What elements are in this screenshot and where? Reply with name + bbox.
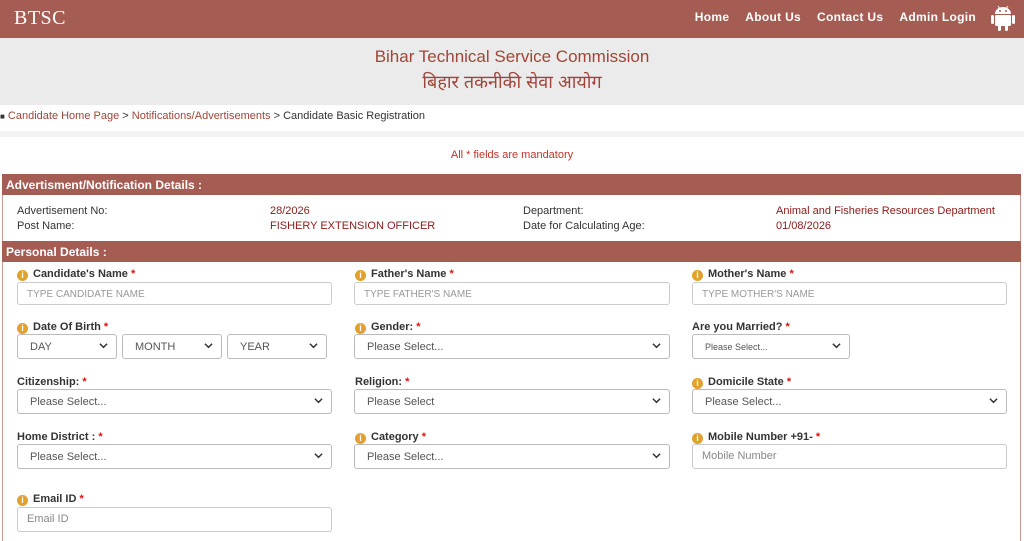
dob-year-select[interactable]: YEAR xyxy=(227,334,327,359)
gender-label: i Gender: * xyxy=(355,321,421,334)
age-date-value: 01/08/2026 xyxy=(776,220,832,232)
mobile-label: i Mobile Number +91- * xyxy=(692,431,820,444)
citizenship-select[interactable]: Please Select... xyxy=(17,389,332,414)
advertisement-no-value: 28/2026 xyxy=(270,205,310,217)
breadcrumb: ■ Candidate Home Page > Notifications/Ad… xyxy=(0,110,425,122)
email-input[interactable]: Email ID xyxy=(17,507,332,532)
info-icon[interactable]: i xyxy=(692,270,703,281)
advertisement-no-label: Advertisement No: xyxy=(17,205,108,217)
section-divider xyxy=(0,131,1024,137)
home-district-select[interactable]: Please Select... xyxy=(17,444,332,469)
candidate-name-input[interactable]: TYPE CANDIDATE NAME xyxy=(17,282,332,305)
chevron-down-icon xyxy=(314,398,323,404)
mother-name-label: i Mother's Name * xyxy=(692,268,794,281)
android-icon[interactable] xyxy=(990,4,1016,32)
religion-select[interactable]: Please Select xyxy=(354,389,670,414)
chevron-down-icon xyxy=(314,453,323,459)
email-label: i Email ID * xyxy=(17,493,84,506)
father-name-input[interactable]: TYPE FATHER'S NAME xyxy=(354,282,670,305)
info-icon[interactable]: i xyxy=(17,270,28,281)
citizenship-label: Citizenship: * xyxy=(17,376,87,388)
father-name-label: i Father's Name * xyxy=(355,268,454,281)
dob-day-select[interactable]: DAY xyxy=(17,334,117,359)
category-select[interactable]: Please Select... xyxy=(354,444,670,469)
chevron-down-icon xyxy=(309,343,318,349)
mobile-number-input[interactable]: Mobile Number xyxy=(692,444,1007,469)
married-select[interactable]: Please Select... xyxy=(692,334,850,359)
category-label: i Category * xyxy=(355,431,426,444)
chevron-down-icon xyxy=(204,343,213,349)
domicile-label: i Domicile State * xyxy=(692,376,791,389)
chevron-down-icon xyxy=(832,343,841,349)
info-icon[interactable]: i xyxy=(355,270,366,281)
department-value: Animal and Fisheries Resources Departmen… xyxy=(776,205,995,217)
commission-title-hindi: बिहार तकनीकी सेवा आयोग xyxy=(422,72,602,92)
breadcrumb-home-link[interactable]: Candidate Home Page xyxy=(8,110,119,122)
advert-section-frame xyxy=(2,195,1021,241)
top-navbar: BTSC Home About Us Contact Us Admin Logi… xyxy=(0,0,1024,38)
info-icon[interactable]: i xyxy=(17,323,28,334)
candidate-name-label: i Candidate's Name * xyxy=(17,268,135,281)
domicile-select[interactable]: Please Select... xyxy=(692,389,1007,414)
home-district-label: Home District : * xyxy=(17,431,103,443)
breadcrumb-notifications-link[interactable]: Notifications/Advertisements xyxy=(132,110,271,122)
chevron-down-icon xyxy=(99,343,108,349)
breadcrumb-current: Candidate Basic Registration xyxy=(283,110,425,122)
info-icon[interactable]: i xyxy=(692,433,703,444)
info-icon[interactable]: i xyxy=(355,323,366,334)
commission-title-english: Bihar Technical Service Commission xyxy=(374,47,650,66)
advert-section-header: Advertisment/Notification Details : xyxy=(2,174,1021,195)
chevron-down-icon xyxy=(652,398,661,404)
breadcrumb-separator: > xyxy=(122,110,129,122)
department-label: Department: xyxy=(523,205,584,217)
chevron-down-icon xyxy=(652,453,661,459)
commission-header: Bihar Technical Service Commission बिहार… xyxy=(0,38,1024,105)
breadcrumb-separator: > xyxy=(273,110,281,122)
nav-links: Home About Us Contact Us Admin Login xyxy=(695,10,976,24)
religion-label: Religion: * xyxy=(355,376,410,388)
breadcrumb-bullet-icon: ■ xyxy=(0,112,5,121)
dob-month-select[interactable]: MONTH xyxy=(122,334,222,359)
mandatory-note: All * fields are mandatory xyxy=(450,149,574,161)
info-icon[interactable]: i xyxy=(355,433,366,444)
nav-contact-link[interactable]: Contact Us xyxy=(817,10,883,24)
dob-label: i Date Of Birth * xyxy=(17,321,108,334)
personal-section-header: Personal Details : xyxy=(2,241,1021,262)
nav-home-link[interactable]: Home xyxy=(695,10,730,24)
age-date-label: Date for Calculating Age: xyxy=(523,220,645,232)
brand-logo[interactable]: BTSC xyxy=(14,7,66,30)
info-icon[interactable]: i xyxy=(692,378,703,389)
info-icon[interactable]: i xyxy=(17,495,28,506)
mother-name-input[interactable]: TYPE MOTHER'S NAME xyxy=(692,282,1007,305)
post-name-value: FISHERY EXTENSION OFFICER xyxy=(270,220,436,232)
post-name-label: Post Name: xyxy=(17,220,75,232)
nav-about-link[interactable]: About Us xyxy=(745,10,801,24)
gender-select[interactable]: Please Select... xyxy=(354,334,670,359)
nav-admin-login-link[interactable]: Admin Login xyxy=(899,10,976,24)
chevron-down-icon xyxy=(652,343,661,349)
chevron-down-icon xyxy=(989,398,998,404)
married-label: Are you Married? * xyxy=(692,321,790,333)
